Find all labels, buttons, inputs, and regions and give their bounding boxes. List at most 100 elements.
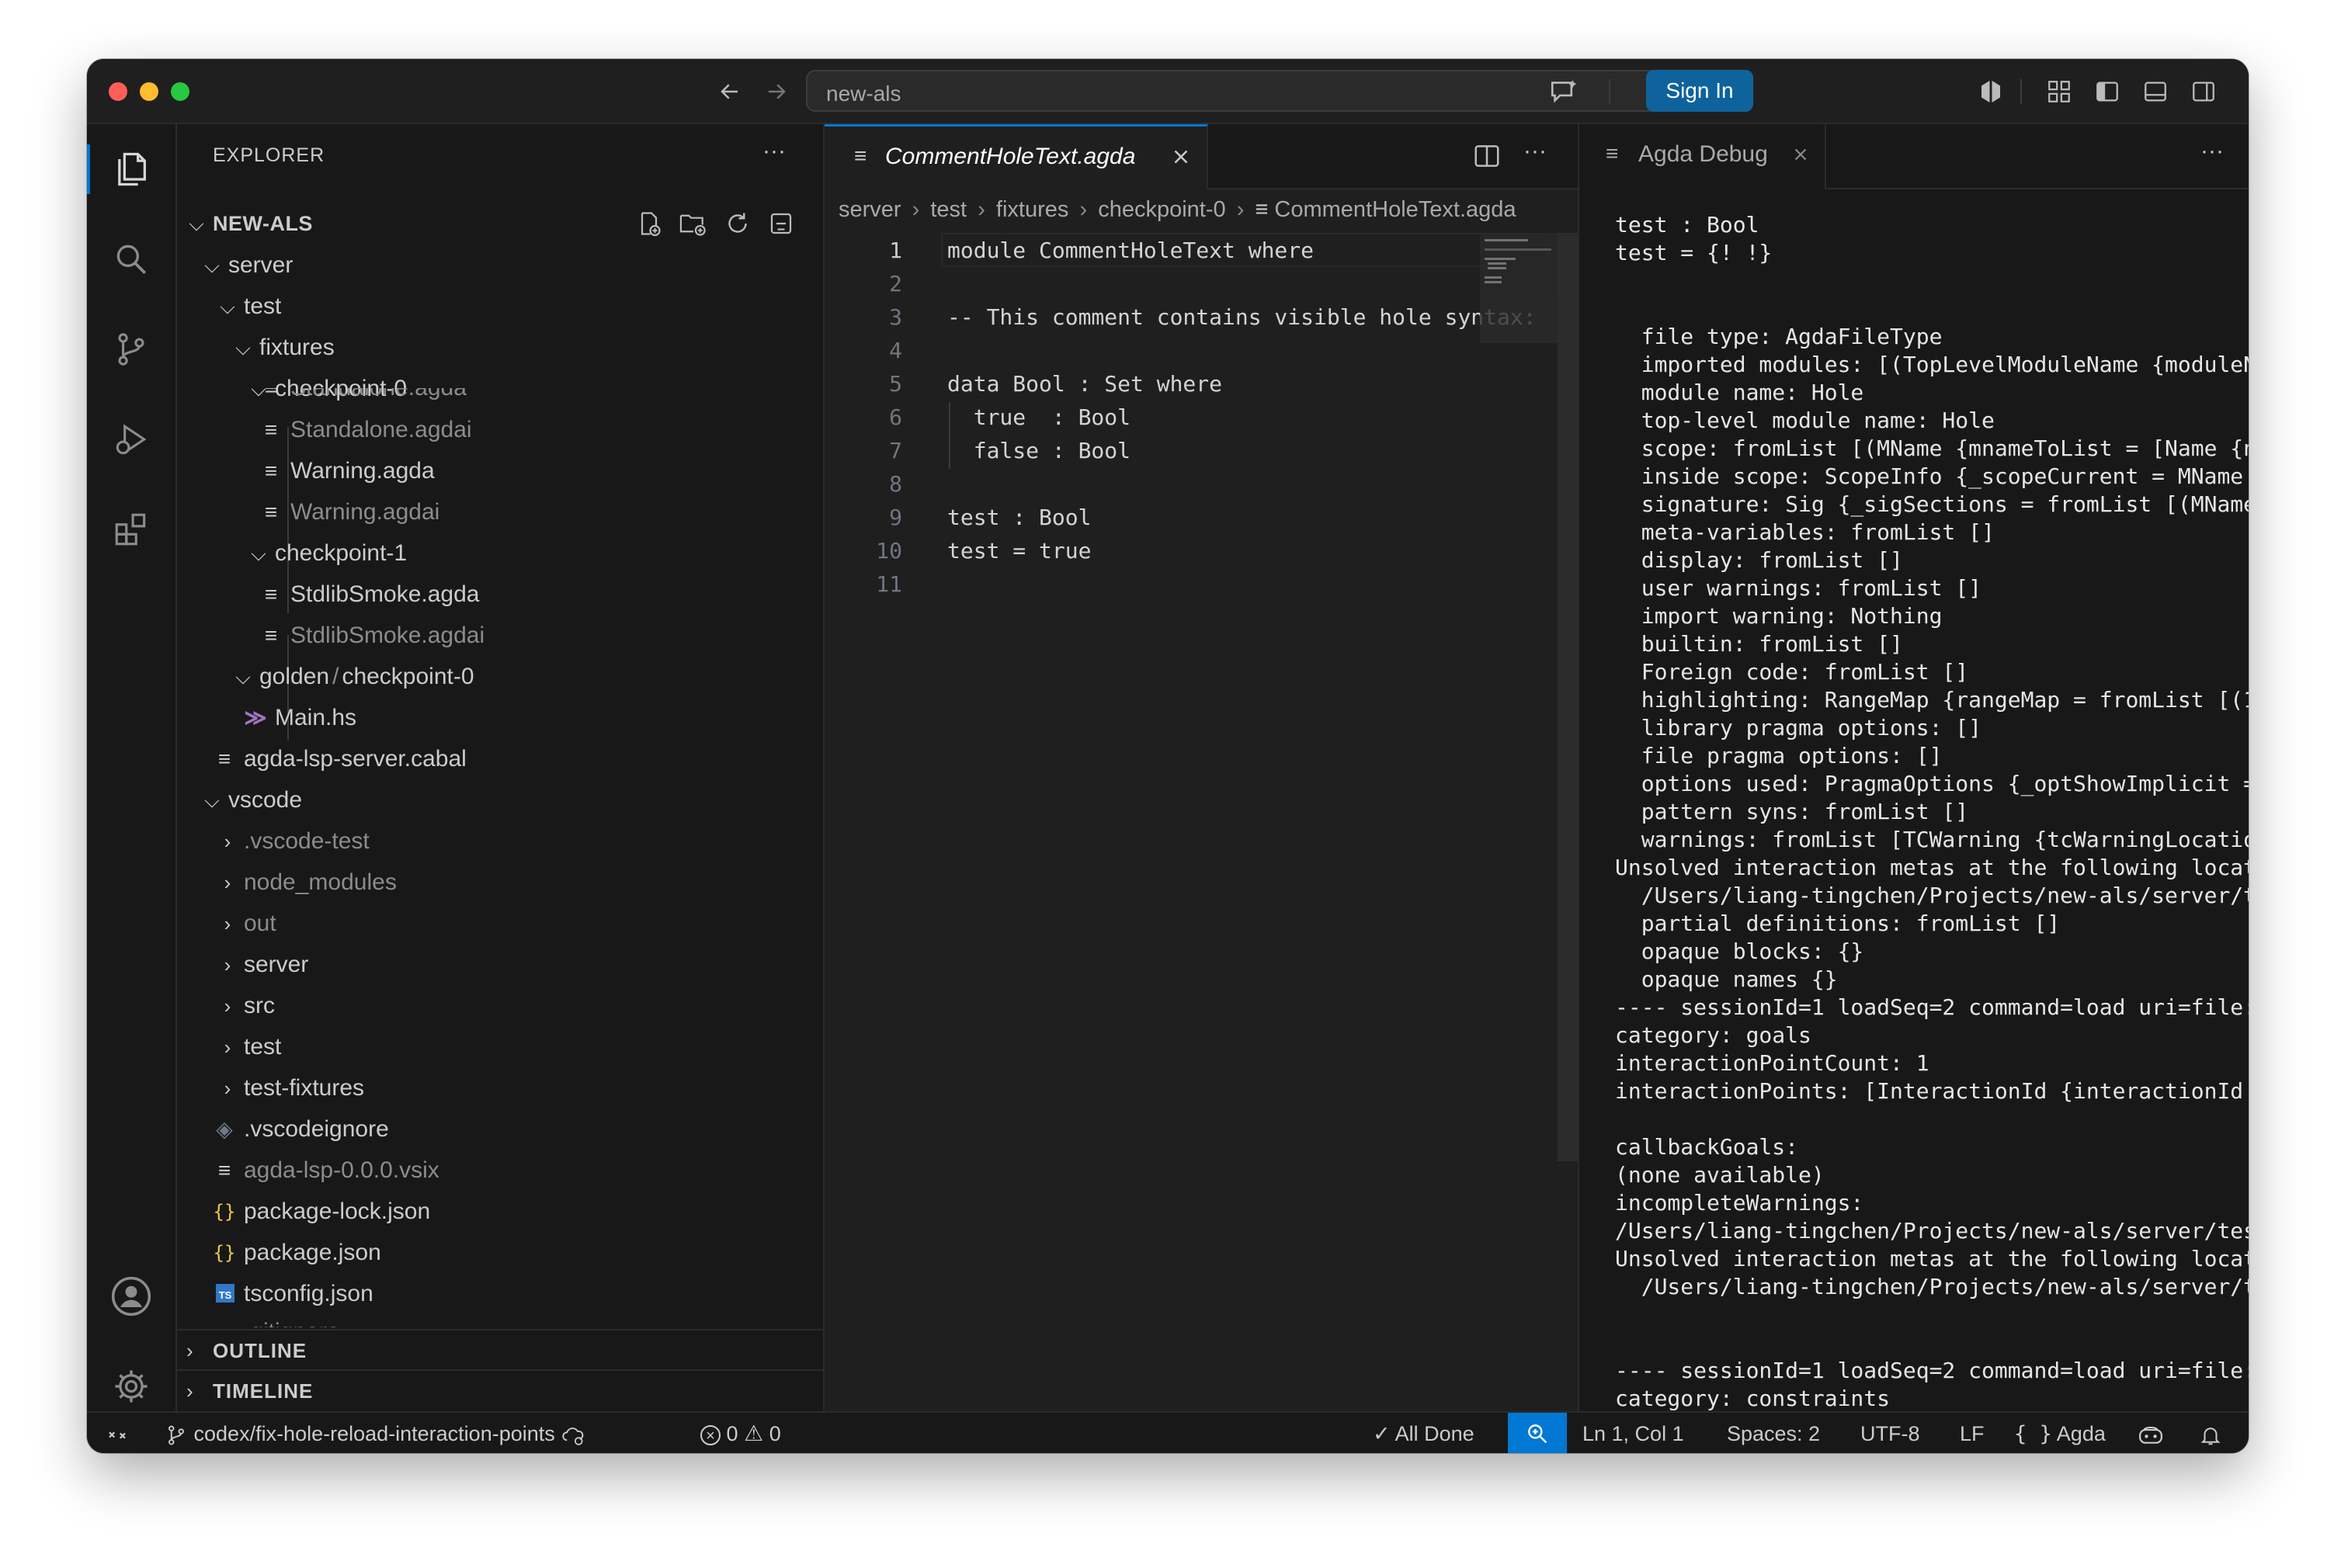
editor-group: ≡ CommentHoleText.agda ··· server › test… <box>825 124 1579 1411</box>
tree-item-tsconfig[interactable]: TS tsconfig.json <box>177 1274 823 1314</box>
problems-status[interactable]: × 0 ⚠ 0 <box>700 1413 781 1453</box>
breadcrumb-separator: › <box>1236 197 1245 222</box>
braces-icon: { } <box>2014 1422 2052 1446</box>
tree-item-vsix[interactable]: ≡ agda-lsp-0.0.0.vsix <box>177 1150 823 1191</box>
tree-item-node-modules[interactable]: › node_modules <box>177 862 823 903</box>
zoom-window-button[interactable] <box>171 82 189 101</box>
back-arrow-icon[interactable] <box>713 75 747 109</box>
close-tab-icon[interactable] <box>1790 144 1811 168</box>
tree-item-vscodeignore[interactable]: ◈ .vscodeignore <box>177 1109 823 1150</box>
indentation-status[interactable]: Spaces: 2 <box>1727 1413 1820 1453</box>
tree-item-package-lock[interactable]: {} package-lock.json <box>177 1192 823 1232</box>
close-tab-icon[interactable] <box>1169 145 1193 172</box>
run-debug-icon[interactable] <box>108 416 155 463</box>
command-center-search[interactable]: new-als <box>806 70 1705 112</box>
tab-commentholetext[interactable]: ≡ CommentHoleText.agda <box>825 124 1208 189</box>
breadcrumb-item[interactable]: server <box>839 197 901 222</box>
code-line: false : Bool <box>947 438 1131 463</box>
line-number: 6 <box>889 404 902 430</box>
tree-item-test-fixtures[interactable]: › test-fixtures <box>177 1068 823 1108</box>
editor-more-icon[interactable]: ··· <box>1523 138 1547 165</box>
tree-item-label: Warning.agdai <box>290 499 440 525</box>
tree-item-fixtures[interactable]: ⌵ fixtures <box>177 328 823 368</box>
tree-item-out[interactable]: › out <box>177 904 823 944</box>
line-number: 9 <box>889 505 902 530</box>
outline-section[interactable]: › OUTLINE <box>177 1329 823 1371</box>
tree-item-label: server <box>244 952 309 977</box>
toggle-primary-sidebar-icon[interactable] <box>2090 75 2124 109</box>
breadcrumb-item[interactable]: fixtures <box>996 197 1068 222</box>
line-number: 10 <box>876 538 902 564</box>
copilot-icon[interactable] <box>1974 75 2008 109</box>
explorer-root-row[interactable]: ⌵ NEW-ALS <box>177 203 823 244</box>
tree-item-vscode[interactable]: ⌵ vscode <box>177 780 823 820</box>
toggle-panel-icon[interactable] <box>2138 75 2172 109</box>
tree-item-package-json[interactable]: {} package.json <box>177 1233 823 1273</box>
tree-item-gitignore[interactable]: .gitignore <box>177 1312 823 1327</box>
close-window-button[interactable] <box>109 82 127 101</box>
all-done-status[interactable]: ✓ All Done <box>1373 1413 1474 1453</box>
chevron-right-icon: › <box>224 1077 231 1100</box>
tree-item-test[interactable]: ⌵ test <box>177 286 823 327</box>
chevron-right-icon: › <box>224 871 231 894</box>
minimize-window-button[interactable] <box>140 82 158 101</box>
tree-item-warning-agdai[interactable]: ≡ Warning.agdai <box>177 492 823 532</box>
tree-item-stdlibsmoke-agda[interactable]: ≡ StdlibSmoke.agda <box>177 574 823 615</box>
timeline-section[interactable]: › TIMELINE <box>177 1369 823 1411</box>
haskell-icon: ≫ <box>244 706 267 730</box>
tree-item-cabal[interactable]: ≡ agda-lsp-server.cabal <box>177 739 823 779</box>
eol-status[interactable]: LF <box>1960 1413 1985 1453</box>
account-icon[interactable] <box>108 1273 155 1320</box>
tsconfig-icon: TS <box>216 1284 234 1303</box>
cursor-position-status[interactable]: Ln 1, Col 1 <box>1582 1413 1684 1453</box>
notifications-bell-icon[interactable] <box>2199 1413 2222 1453</box>
zoom-status[interactable] <box>1508 1413 1567 1453</box>
editor-tab-bar: ≡ CommentHoleText.agda ··· <box>825 124 1578 189</box>
tree-item-server[interactable]: ⌵ server <box>177 245 823 286</box>
copilot-status-icon[interactable] <box>2137 1413 2165 1453</box>
breadcrumb-item[interactable]: checkpoint-0 <box>1098 197 1225 222</box>
vertical-scrollbar[interactable] <box>1558 233 1578 1161</box>
tree-item-label: StdlibSmoke.agdai <box>290 623 485 648</box>
settings-gear-icon[interactable] <box>108 1363 155 1410</box>
tree-item-vscode-server[interactable]: › server <box>177 945 823 985</box>
remote-icon[interactable] <box>106 1413 129 1453</box>
explorer-icon[interactable] <box>108 146 155 193</box>
tree-item-vscode-test[interactable]: › .vscode-test <box>177 821 823 862</box>
tree-item-main-hs[interactable]: ≫ Main.hs <box>177 698 823 738</box>
extensions-icon[interactable] <box>108 506 155 553</box>
chat-icon[interactable] <box>1548 78 1579 109</box>
tree-item-standalone-agdai[interactable]: ≡ Standalone.agdai <box>177 410 823 450</box>
tree-item-label: vscode <box>228 787 303 813</box>
tree-item-src[interactable]: › src <box>177 986 823 1026</box>
sign-in-button[interactable]: Sign In <box>1646 70 1753 112</box>
tab-agda-debug[interactable]: ≡ Agda Debug <box>1579 124 1826 189</box>
line-number: 2 <box>889 271 902 297</box>
tree-item-label: golden / checkpoint-0 <box>259 664 474 689</box>
chevron-right-icon: › <box>224 994 231 1018</box>
tree-item-checkpoint-1[interactable]: ⌵ checkpoint-1 <box>177 533 823 574</box>
split-editor-icon[interactable] <box>1472 141 1502 175</box>
tree-item-label: Standalone.agda <box>290 388 467 408</box>
tree-item-golden[interactable]: ⌵ golden / checkpoint-0 <box>177 657 823 697</box>
source-control-icon[interactable] <box>108 326 155 373</box>
tree-item-standalone-agda[interactable]: ≡ Standalone.agda <box>177 388 823 408</box>
toggle-secondary-sidebar-icon[interactable] <box>2186 75 2221 109</box>
explorer-more-button[interactable]: ··· <box>762 138 786 165</box>
debug-more-icon[interactable]: ··· <box>2200 138 2224 165</box>
branch-status[interactable]: codex/fix-hole-reload-interaction-points <box>165 1413 587 1453</box>
breadcrumb-item[interactable]: test <box>930 197 967 222</box>
customize-layout-icon[interactable] <box>2042 75 2076 109</box>
encoding-status[interactable]: UTF-8 <box>1860 1413 1920 1453</box>
tree-item-warning-agda[interactable]: ≡ Warning.agda <box>177 451 823 491</box>
line-number: 1 <box>889 238 902 263</box>
forward-arrow-icon[interactable] <box>759 75 794 109</box>
language-status[interactable]: { } Agda <box>2014 1413 2106 1453</box>
tree-item-stdlibsmoke-agdai[interactable]: ≡ StdlibSmoke.agdai <box>177 616 823 656</box>
tree-item-vscode-test-dir[interactable]: › test <box>177 1027 823 1067</box>
breadcrumb-item[interactable]: CommentHoleText.agda <box>1274 197 1516 222</box>
minimap[interactable] <box>1480 233 1558 343</box>
chevron-down-icon: ⌵ <box>235 665 251 689</box>
cloud-sync-icon <box>562 1428 584 1445</box>
search-icon[interactable] <box>108 236 155 283</box>
